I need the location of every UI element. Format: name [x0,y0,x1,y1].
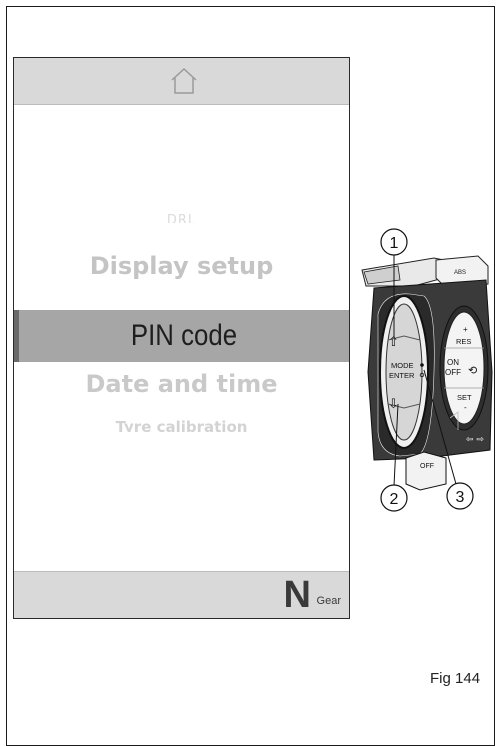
minus-glyph: - [464,403,467,412]
callout-2: 2 [390,491,399,508]
callout-3: 3 [456,489,465,506]
display-bottom-bar: N Gear [14,571,349,618]
display-top-bar [14,58,349,105]
off-switch-label: OFF [420,463,434,470]
on-label: ON [447,358,459,367]
callout-1: 1 [390,235,399,252]
cruise-control-icon: ⟲ [468,364,477,377]
menu-item-drl: DRL [166,213,197,223]
res-label: RES [456,337,471,346]
gear-indicator: N [283,574,311,616]
home-icon [171,67,197,94]
arrow-up-glyph: ⇧ [388,335,399,350]
mode-label: MODE [391,361,414,370]
plus-glyph: + [463,325,468,334]
indicator-arrows-glyph: ⇦ ⇨ [466,435,484,445]
dashboard-display: DRL Display setup PIN code Date and time… [13,57,350,619]
off-label: OFF [445,368,461,377]
set-label: SET [457,393,472,402]
selected-menu-row: PIN code [14,310,349,362]
enter-label: ENTER [389,371,415,380]
gear-label: Gear [316,595,341,607]
abs-label: ABS [454,270,466,276]
menu-item-pin-code: PIN code [130,319,238,352]
menu-item-tyre-calibration: Tyre calibration [115,418,248,432]
handlebar-switch-illustration: ABS ⇧ MODE ENTER ⇩ + RES ON OFF ⟲ SET - … [361,228,493,512]
menu-item-display-setup: Display setup [89,252,274,280]
menu-item-date-and-time: Date and time [85,370,278,398]
figure-caption: Fig 144 [430,670,481,687]
